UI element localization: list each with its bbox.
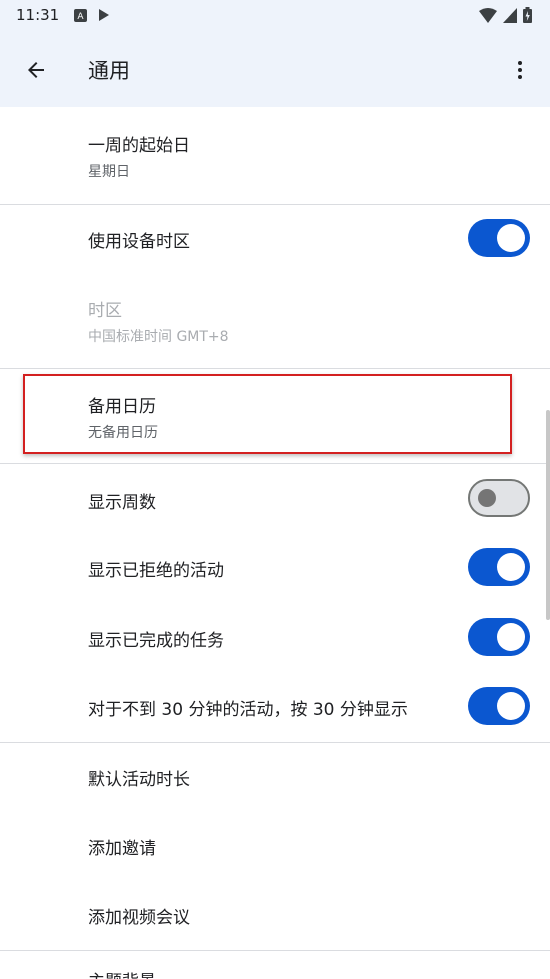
more-options-button[interactable]	[498, 48, 542, 92]
show-completed-tasks-label: 显示已完成的任务	[88, 631, 224, 651]
setting-default-event-duration[interactable]: 默认活动时长	[0, 743, 550, 812]
arrow-back-icon	[28, 62, 44, 78]
show-declined-events-label: 显示已拒绝的活动	[88, 561, 224, 581]
timezone-label: 时区	[88, 301, 122, 321]
page-title: 通用	[88, 59, 130, 83]
setting-theme[interactable]: 主题背景	[0, 951, 550, 979]
more-vert-icon	[518, 61, 522, 79]
toggle-knob	[497, 623, 525, 651]
toggle-knob	[497, 553, 525, 581]
status-bar: 11:31 A	[0, 0, 550, 32]
short-events-toggle[interactable]	[468, 687, 530, 725]
short-events-label: 对于不到 30 分钟的活动，按 30 分钟显示	[88, 700, 408, 720]
svg-text:A: A	[77, 12, 84, 22]
add-invitations-label: 添加邀请	[88, 839, 156, 859]
status-right-icons	[479, 7, 532, 23]
show-week-numbers-label: 显示周数	[88, 493, 156, 513]
add-video-conferencing-label: 添加视频会议	[88, 908, 190, 928]
setting-add-invitations[interactable]: 添加邀请	[0, 812, 550, 881]
setting-short-events[interactable]: 对于不到 30 分钟的活动，按 30 分钟显示	[0, 671, 550, 742]
use-device-timezone-label: 使用设备时区	[88, 232, 190, 252]
show-week-numbers-toggle[interactable]	[468, 479, 530, 517]
app-bar: 通用	[0, 32, 550, 107]
app-notification-icon: A	[74, 8, 87, 22]
toggle-knob	[478, 489, 496, 507]
setting-week-start[interactable]: 一周的起始日 星期日	[0, 107, 550, 204]
back-button[interactable]	[14, 48, 58, 92]
highlight-box	[23, 374, 512, 454]
toggle-knob	[497, 224, 525, 252]
cell-signal-icon	[503, 7, 517, 23]
setting-show-completed-tasks[interactable]: 显示已完成的任务	[0, 602, 550, 671]
status-left-icons: A	[74, 8, 111, 22]
battery-icon	[523, 7, 532, 23]
status-time: 11:31	[16, 6, 60, 24]
wifi-icon	[479, 7, 497, 23]
show-completed-tasks-toggle[interactable]	[468, 618, 530, 656]
default-event-duration-label: 默认活动时长	[88, 770, 190, 790]
setting-use-device-timezone[interactable]: 使用设备时区	[0, 205, 550, 273]
setting-show-declined-events[interactable]: 显示已拒绝的活动	[0, 532, 550, 602]
week-start-value: 星期日	[88, 164, 130, 180]
use-device-timezone-toggle[interactable]	[468, 219, 530, 257]
timezone-value: 中国标准时间 GMT+8	[88, 329, 229, 345]
setting-add-video-conferencing[interactable]: 添加视频会议	[0, 881, 550, 950]
week-start-label: 一周的起始日	[88, 136, 190, 156]
play-store-icon	[99, 9, 109, 21]
scrollbar[interactable]	[546, 410, 550, 620]
setting-timezone: 时区 中国标准时间 GMT+8	[0, 273, 550, 368]
toggle-knob	[497, 692, 525, 720]
show-declined-events-toggle[interactable]	[468, 548, 530, 586]
setting-show-week-numbers[interactable]: 显示周数	[0, 464, 550, 532]
theme-label: 主题背景	[88, 967, 156, 979]
